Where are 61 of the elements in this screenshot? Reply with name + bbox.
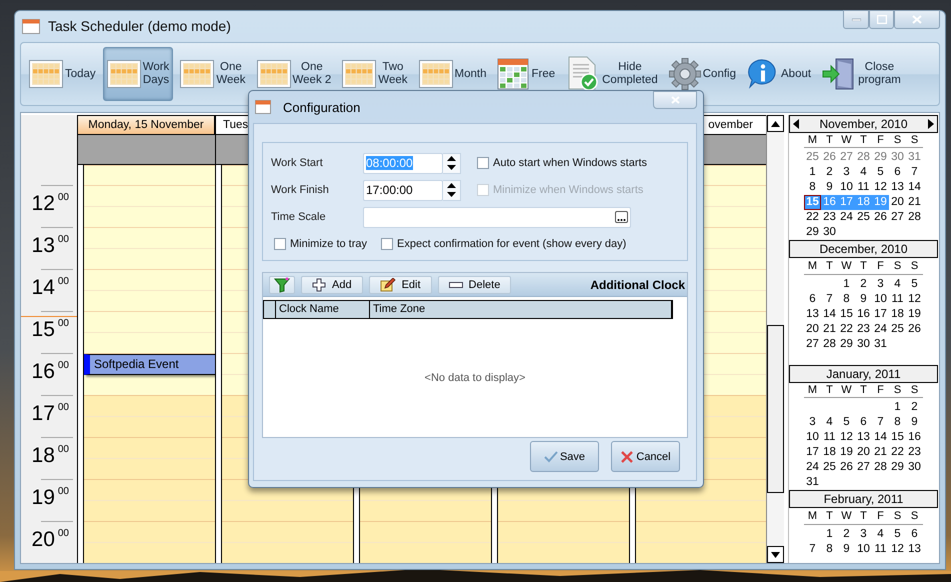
month-title: November, 2010 — [818, 117, 909, 131]
minute-label: 00 — [58, 486, 69, 499]
field-label: Work Start — [271, 157, 324, 169]
weekday-label: T — [825, 134, 834, 146]
weekday-label: S — [892, 260, 902, 272]
field-label: Time Scale — [271, 211, 327, 223]
field-label: Work Finish — [271, 184, 330, 196]
weekday-label: M — [806, 384, 818, 396]
minute-label: 00 — [58, 360, 69, 373]
minute-label: 00 — [58, 234, 69, 247]
hour-label: 14 — [32, 276, 55, 301]
weekday-label: S — [892, 384, 902, 396]
weekday-label: T — [859, 510, 868, 522]
minute-label: 00 — [58, 402, 69, 415]
hour-label: 15 — [32, 318, 55, 343]
weekday-label: T — [859, 134, 868, 146]
weekday-label: T — [825, 384, 834, 396]
checkbox-label: Minimize when Windows starts — [493, 184, 644, 196]
weekday-label: M — [806, 134, 818, 146]
weekday-label: F — [876, 384, 885, 396]
hour-label: 13 — [32, 234, 55, 259]
weekday-label: T — [859, 384, 868, 396]
weekday-label: M — [806, 260, 818, 272]
weekday-label: T — [825, 510, 834, 522]
minute-label: 00 — [58, 276, 69, 289]
weekday-label: S — [910, 260, 920, 272]
minute-label: 00 — [58, 192, 69, 205]
weekday-label: F — [876, 134, 885, 146]
weekday-label: F — [876, 510, 885, 522]
minute-label: 00 — [58, 318, 69, 331]
checkbox-label: Expect confirmation for event (show every day) — [397, 238, 626, 250]
window-title: Task Scheduler (demo mode) — [48, 18, 232, 34]
hour-label: 16 — [32, 360, 55, 385]
weekday-label: F — [876, 260, 885, 272]
checkbox-label: Auto start when Windows starts — [493, 157, 648, 169]
weekday-label: S — [910, 134, 920, 146]
weekday-label: S — [910, 510, 920, 522]
dialog-title: Configuration — [283, 100, 362, 114]
month-title: February, 2011 — [822, 492, 904, 506]
weekday-label: T — [859, 260, 868, 272]
hour-label: 20 — [32, 528, 55, 553]
minute-label: 00 — [58, 444, 69, 457]
empty-message: <No data to display> — [424, 372, 526, 384]
checkbox-label: Minimize to tray — [290, 238, 368, 250]
weekday-label: S — [892, 510, 902, 522]
month-title: December, 2010 — [818, 242, 909, 256]
hour-label: 12 — [32, 192, 55, 217]
minute-label: 00 — [58, 528, 69, 541]
weekday-label: W — [840, 260, 853, 272]
hour-label: 18 — [32, 444, 55, 469]
weekday-label: W — [840, 510, 853, 522]
month-title: January, 2011 — [825, 367, 902, 381]
hour-label: 19 — [32, 486, 55, 511]
weekday-label: W — [840, 134, 853, 146]
weekday-label: W — [840, 384, 853, 396]
grid-title: Additional Clock — [590, 278, 685, 292]
hour-label: 17 — [32, 402, 55, 427]
weekday-label: T — [825, 260, 834, 272]
weekday-label: S — [892, 134, 902, 146]
weekday-label: M — [806, 510, 818, 522]
weekday-label: S — [910, 384, 920, 396]
